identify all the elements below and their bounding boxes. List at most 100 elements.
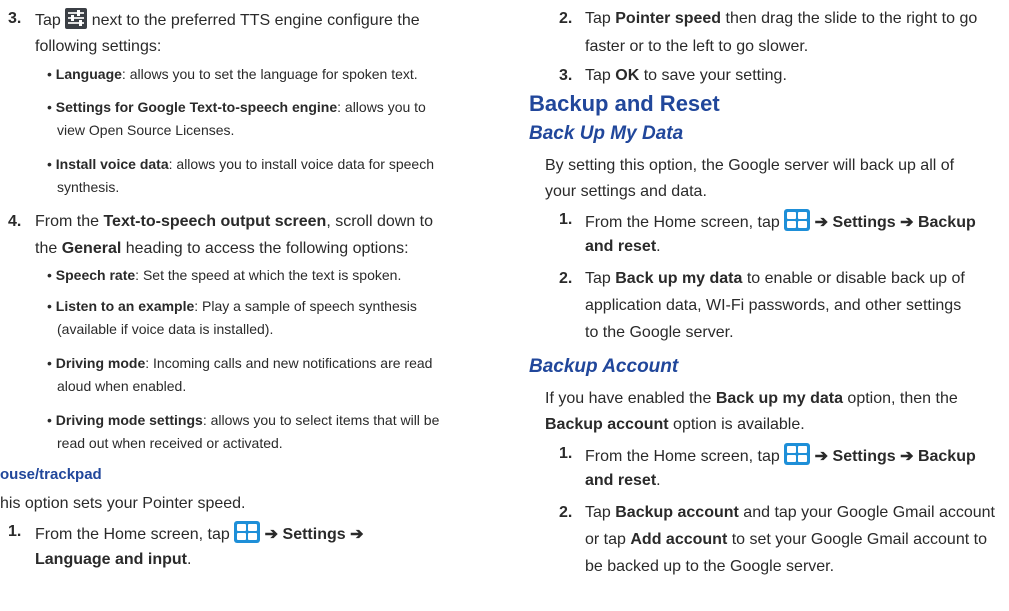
bullet-label: Settings for Google Text-to-speech engin… — [55, 99, 338, 115]
text: If you have enabled the — [545, 390, 712, 407]
apps-grid-icon — [784, 443, 811, 465]
text: Settings — [832, 214, 896, 231]
step-text: From the Text-to-speech output screen, s… — [35, 211, 433, 233]
paragraph: Backup account option is available. — [545, 414, 805, 436]
text: . — [187, 551, 192, 568]
text: Backup account — [545, 416, 669, 433]
bullet-text: : allows you to select items that will b… — [202, 412, 440, 428]
text: Back up my data — [615, 270, 743, 287]
step-text-cont: and reset. — [585, 236, 661, 258]
bullet-text: : allows you to set the language for spo… — [121, 66, 418, 82]
step-text-cont: and reset. — [585, 470, 661, 492]
paragraph: By setting this option, the Google serve… — [545, 157, 955, 174]
text: Tap — [585, 504, 611, 521]
bullet-language: • Language: allows you to set the langua… — [47, 66, 418, 82]
subsection-title-backup-account: Backup Account — [529, 356, 679, 377]
text: Tap — [585, 10, 611, 27]
bullet-cont: read out when received or activated. — [57, 435, 283, 451]
step-number: 1. — [559, 211, 573, 228]
bullet-cont: (available if voice data is installed). — [57, 321, 274, 337]
bullet-driving-mode: • Driving mode: Incoming calls and new n… — [47, 355, 433, 371]
text: Back up my data — [715, 390, 843, 407]
text: Add account — [630, 531, 728, 548]
step-number: 2. — [559, 10, 573, 27]
step-text-cont: Language and input. — [35, 549, 191, 571]
step-number: 1. — [559, 445, 573, 462]
text: Backup — [917, 214, 976, 231]
settings-sliders-icon — [65, 8, 88, 29]
text: to set your Google Gmail account to — [731, 531, 987, 548]
section-heading-mouse: ouse/trackpad — [0, 466, 102, 483]
text: Backup — [917, 448, 976, 465]
step-number: 2. — [559, 270, 573, 287]
arrow-icon: ➔ — [264, 526, 279, 543]
bullet-google-tts: • Settings for Google Text-to-speech eng… — [47, 99, 426, 115]
text: option, then the — [847, 390, 958, 407]
bullet-text: : allows you to install voice data for s… — [168, 156, 434, 172]
text: next to the preferred TTS engine configu… — [91, 12, 420, 29]
step-text: From the Home screen, tap ➔ Settings ➔ B… — [585, 209, 976, 234]
bullet-text: : Set the speed at which the text is spo… — [135, 267, 402, 283]
text: and reset — [585, 238, 657, 255]
text: Backup account — [615, 504, 739, 521]
section-title: Backup and Reset — [529, 91, 720, 116]
text: or tap — [585, 531, 626, 548]
bullet-text: : allows you to — [337, 99, 426, 115]
text: From the Home screen, tap — [585, 214, 780, 231]
bullet-label: Speech rate — [55, 267, 136, 283]
text: and tap your Google Gmail account — [743, 504, 995, 521]
paragraph: your settings and data. — [545, 183, 707, 200]
step-number: 3. — [8, 10, 22, 27]
bullet-install-voice: • Install voice data: allows you to inst… — [47, 156, 434, 172]
step-number: 2. — [559, 504, 573, 521]
bullet-label: Install voice data — [55, 156, 169, 172]
text: , scroll down to — [326, 213, 434, 230]
paragraph: If you have enabled the Back up my data … — [545, 388, 958, 410]
step-text: Tap next to the preferred TTS engine con… — [35, 8, 420, 32]
text: From the Home screen, tap — [35, 526, 230, 543]
text: From the — [35, 213, 100, 230]
text: OK — [615, 67, 640, 84]
bullet-cont: synthesis. — [57, 179, 120, 195]
bullet-driving-settings: • Driving mode settings: allows you to s… — [47, 412, 440, 428]
bullet-speech-rate: • Speech rate: Set the speed at which th… — [47, 267, 402, 283]
bullet-label: Listen to an example — [55, 298, 195, 314]
text: . — [656, 472, 661, 489]
bullet-listen: • Listen to an example: Play a sample of… — [47, 298, 417, 314]
text: Language and input — [35, 551, 187, 568]
text: Settings — [282, 526, 346, 543]
text: heading to access the following options: — [125, 240, 409, 257]
step-text-cont: faster or to the left to go slower. — [585, 38, 809, 55]
arrow-icon: ➔ — [814, 214, 829, 231]
text: General — [61, 240, 122, 257]
text: the — [35, 240, 58, 257]
step-text-cont: the General heading to access the follow… — [35, 238, 409, 260]
arrow-icon: ➔ — [814, 448, 829, 465]
arrow-icon: ➔ — [350, 526, 364, 543]
step-text: Tap Backup account and tap your Google G… — [585, 502, 995, 524]
text: to enable or disable back up of — [746, 270, 965, 287]
bullet-label: Driving mode — [55, 355, 146, 371]
text: From the Home screen, tap — [585, 448, 780, 465]
step-text: From the Home screen, tap ➔ Settings ➔ — [35, 521, 364, 546]
text: to save your setting. — [643, 67, 787, 84]
step-text-cont: to the Google server. — [585, 324, 734, 341]
subsection-title-backup-my-data: Back Up My Data — [529, 123, 684, 144]
step-number: 1. — [8, 523, 22, 540]
step-text-cont: be backed up to the Google server. — [585, 558, 835, 575]
text: then drag the slide to the right to go — [725, 10, 978, 27]
bullet-cont: view Open Source Licenses. — [57, 122, 235, 138]
text: Tap — [35, 12, 61, 29]
step-text-cont: following settings: — [35, 38, 162, 55]
step-text-cont: application data, WI-Fi passwords, and o… — [585, 297, 962, 314]
text: Text-to-speech output screen — [103, 213, 327, 230]
step-text: Tap OK to save your setting. — [585, 65, 787, 87]
text: . — [656, 238, 661, 255]
text: and reset — [585, 472, 657, 489]
bullet-label: Language — [55, 66, 122, 82]
step-number: 4. — [8, 213, 22, 230]
bullet-cont: aloud when enabled. — [57, 378, 187, 394]
text: option is available. — [673, 416, 805, 433]
step-text: Tap Back up my data to enable or disable… — [585, 268, 965, 290]
arrow-icon: ➔ — [900, 448, 914, 465]
